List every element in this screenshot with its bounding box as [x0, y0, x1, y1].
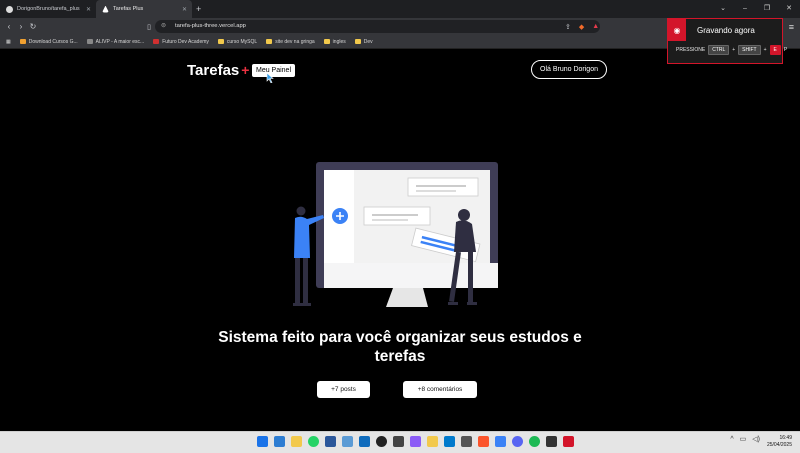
trailing-text: P: [783, 47, 788, 53]
bookmark-label: ingles: [332, 38, 346, 45]
bookmark-item[interactable]: curso MySQL: [217, 38, 258, 45]
tab-tarefas-plus[interactable]: Tarefas Plus ✕: [96, 0, 192, 18]
maximize-button[interactable]: ❐: [756, 0, 778, 18]
mouse-cursor-icon: [266, 73, 274, 83]
tab-label: Tarefas Plus: [113, 6, 144, 12]
discord-icon[interactable]: [512, 436, 523, 447]
brave-rewards-icon[interactable]: ▲: [592, 23, 599, 30]
folder-icon: [19, 39, 26, 44]
chevron-up-icon[interactable]: ^: [730, 436, 733, 443]
monitor-stand: [386, 288, 428, 307]
obs-icon[interactable]: [410, 436, 421, 447]
posts-count-badge[interactable]: +7 posts: [317, 381, 370, 398]
user-greeting-button[interactable]: Olá Bruno Dorigon: [531, 60, 607, 79]
bookmark-label: Futuro Dev Academy: [162, 38, 209, 45]
forward-arrow-icon[interactable]: ›: [15, 22, 27, 31]
folder-icon[interactable]: [427, 436, 438, 447]
browser-menu-icon[interactable]: ≡: [789, 22, 794, 32]
minimize-button[interactable]: –: [734, 0, 756, 18]
terminal-icon[interactable]: [546, 436, 557, 447]
logo-plus: +: [241, 62, 250, 78]
press-label: PRESSIONE: [676, 47, 706, 53]
bookmark-label: ALIVP - A maior esc...: [95, 38, 145, 45]
widgets-icon[interactable]: [274, 436, 285, 447]
key-e: E: [769, 45, 781, 55]
shortcut-hint: PRESSIONE CTRL + SHIFT + E P: [676, 45, 788, 55]
new-tab-button[interactable]: +: [196, 4, 201, 14]
file-explorer-icon[interactable]: [291, 436, 302, 447]
logo[interactable]: Tarefas +: [187, 62, 249, 79]
site-icon: [86, 39, 93, 44]
brave-icon[interactable]: [478, 436, 489, 447]
browser-tab-strip: DorigonBruno/tarefa_plus ✕ Tarefas Plus …: [0, 0, 800, 18]
system-clock[interactable]: 16:49 25/04/2025: [767, 435, 792, 449]
app-icon[interactable]: [461, 436, 472, 447]
bookmark-item[interactable]: ALIVP - A maior esc...: [86, 38, 145, 45]
bookmark-label: Dev: [363, 38, 373, 45]
recording-overlay: ◉ Gravando agora PRESSIONE CTRL + SHIFT + …: [667, 18, 788, 64]
taskbar-apps: [257, 436, 574, 447]
system-tray: ^ ▭ ◁): [730, 435, 760, 444]
apps-grid-icon[interactable]: ▦: [6, 39, 11, 45]
key-ctrl: CTRL: [708, 45, 730, 55]
bookmark-label: Download Cursos G...: [28, 38, 78, 45]
word-icon[interactable]: [325, 436, 336, 447]
window-controls: ⌄ – ❐ ✕: [712, 0, 800, 18]
back-arrow-icon[interactable]: ‹: [3, 22, 15, 31]
windows-start-icon[interactable]: [257, 436, 268, 447]
site-favicon-icon: [102, 5, 109, 13]
clock-date: 25/04/2025: [766, 442, 792, 448]
close-tab-icon[interactable]: ✕: [86, 6, 91, 13]
vscode-icon[interactable]: [444, 436, 455, 447]
extension-icons: ⇪ ◆ ▲: [565, 18, 599, 35]
display-icon[interactable]: ▭: [740, 435, 747, 443]
recording-title: Gravando agora: [697, 25, 755, 35]
app-icon[interactable]: [563, 436, 574, 447]
windows-taskbar: ^ ▭ ◁) 16:49 25/04/2025: [0, 431, 800, 453]
bookmark-label: site dev na gringa: [275, 38, 315, 45]
github-icon: [6, 5, 13, 13]
hero-headline: Sistema feito para você organizar seus e…: [218, 329, 582, 365]
bookmark-item[interactable]: site dev na gringa: [266, 38, 315, 45]
folder-icon: [217, 39, 224, 44]
folder-icon: [266, 39, 273, 44]
tab-github[interactable]: DorigonBruno/tarefa_plus ✕: [0, 0, 96, 18]
key-shift: SHIFT: [738, 45, 761, 55]
share-icon[interactable]: ⇪: [565, 23, 571, 31]
reload-icon[interactable]: ↻: [27, 22, 39, 31]
app-icon[interactable]: [393, 436, 404, 447]
bookmark-label: curso MySQL: [226, 38, 258, 45]
photos-icon[interactable]: [342, 436, 353, 447]
spotify-icon[interactable]: [529, 436, 540, 447]
comments-count-badge[interactable]: +8 comentários: [403, 381, 477, 398]
app-icon[interactable]: [495, 436, 506, 447]
url-input[interactable]: ⊜ tarefa-plus-three.vercel.app: [155, 20, 600, 33]
site-info-icon: ⊜: [161, 23, 167, 29]
hero-illustration: [293, 162, 498, 307]
app-icon[interactable]: [376, 436, 387, 447]
url-text: tarefa-plus-three.vercel.app: [175, 23, 246, 29]
whatsapp-icon[interactable]: [308, 436, 319, 447]
clock-time: 16:49: [779, 435, 792, 441]
outlook-icon[interactable]: [359, 436, 370, 447]
folder-icon: [354, 39, 361, 44]
bookmark-icon[interactable]: ▯: [143, 23, 155, 31]
folder-icon: [323, 39, 330, 44]
close-window-button[interactable]: ✕: [778, 0, 800, 18]
tab-label: DorigonBruno/tarefa_plus: [17, 6, 80, 12]
record-icon[interactable]: ◉: [668, 19, 686, 41]
site-icon: [153, 39, 160, 44]
logo-text: Tarefas: [187, 62, 240, 79]
bookmark-item[interactable]: Dev: [354, 38, 373, 45]
bookmark-item[interactable]: Download Cursos G...: [19, 38, 78, 45]
volume-icon[interactable]: ◁): [752, 435, 760, 443]
tab-search-icon[interactable]: ⌄: [712, 0, 734, 18]
brave-shield-icon[interactable]: ◆: [579, 23, 584, 31]
bookmark-item[interactable]: Futuro Dev Academy: [153, 39, 209, 45]
close-tab-icon[interactable]: ✕: [182, 6, 187, 13]
bookmark-item[interactable]: ingles: [323, 38, 346, 45]
